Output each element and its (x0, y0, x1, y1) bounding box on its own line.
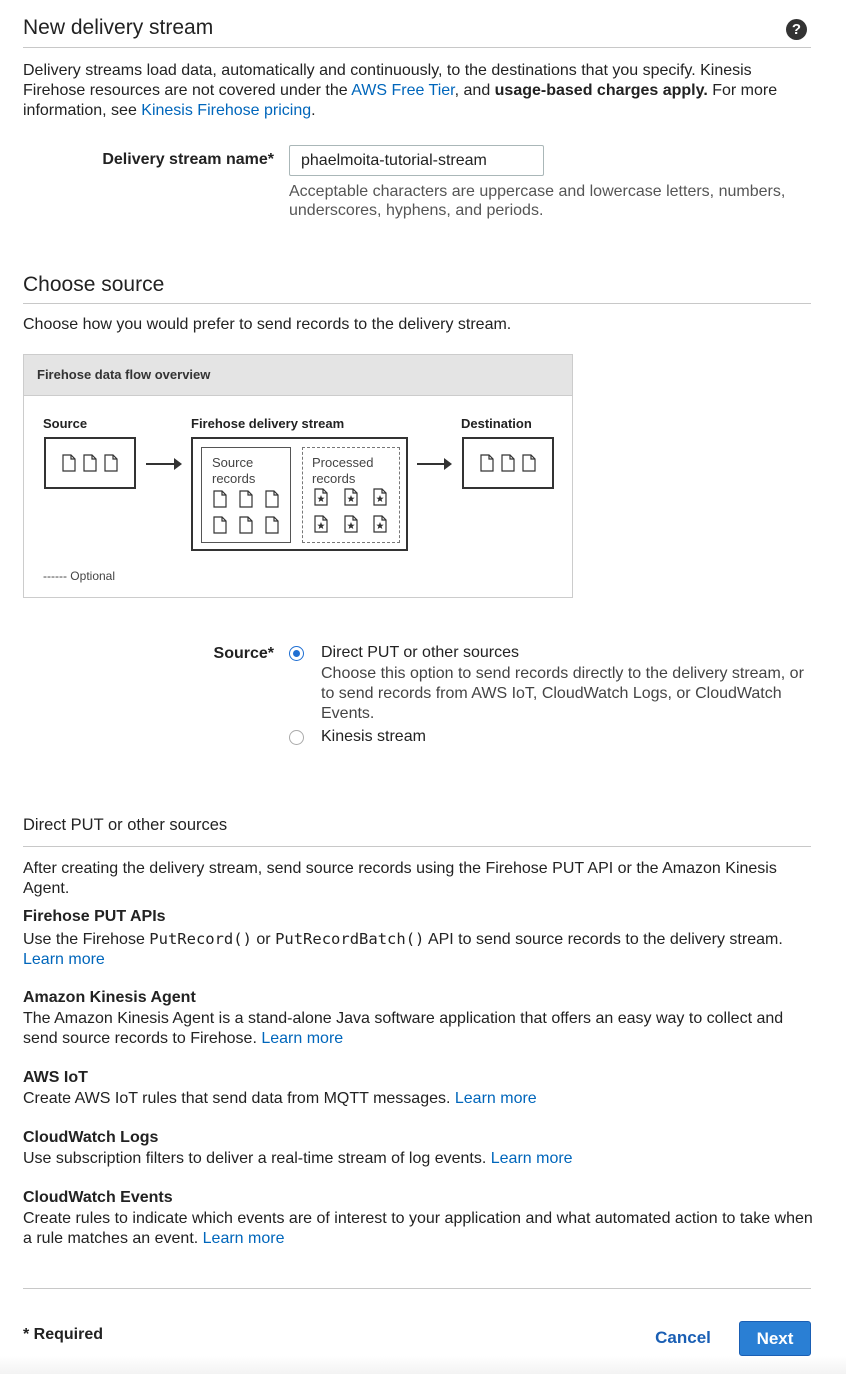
agent-learn-more-link[interactable]: Learn more (261, 1030, 343, 1047)
starred-document-icon (314, 515, 328, 533)
diagram-legend: ------ Optional (43, 569, 116, 583)
radio-direct-put-description: Choose this option to send records direc… (321, 665, 804, 722)
diagram-source-records-box: Source records (201, 447, 291, 543)
direct-put-divider (23, 846, 811, 847)
direct-put-intro: After creating the delivery stream, send… (23, 860, 777, 897)
logs-text-part: Use subscription filters to deliver a re… (23, 1150, 491, 1167)
diagram-destination-box (462, 437, 554, 489)
events-text: Create rules to indicate which events ar… (23, 1209, 813, 1249)
document-icon (62, 454, 76, 472)
iot-title: AWS IoT (23, 1069, 88, 1086)
agent-title: Amazon Kinesis Agent (23, 989, 196, 1006)
flow-arrow (146, 458, 182, 470)
free-tier-link[interactable]: AWS Free Tier (351, 82, 454, 99)
choose-source-divider (23, 303, 811, 304)
put-apis-text-part: or (251, 931, 276, 948)
put-apis-text-part: Use the Firehose (23, 931, 150, 948)
document-icon (239, 516, 253, 534)
source-records-label: Source records (212, 455, 256, 486)
document-icon (213, 516, 227, 534)
put-apis-learn-more-link[interactable]: Learn more (23, 951, 105, 968)
radio-kinesis-stream-label[interactable]: Kinesis stream (321, 728, 426, 746)
document-icon (104, 454, 118, 472)
logs-title: CloudWatch Logs (23, 1129, 159, 1146)
agent-text: The Amazon Kinesis Agent is a stand-alon… (23, 1009, 813, 1049)
diagram-source-label: Source (43, 416, 88, 431)
direct-put-title: Direct PUT or other sources (23, 816, 228, 834)
next-button[interactable]: Next (739, 1321, 811, 1356)
put-apis-text: Use the Firehose PutRecord() or PutRecor… (23, 929, 813, 970)
cancel-button[interactable]: Cancel (648, 1325, 718, 1351)
document-icon (480, 454, 494, 472)
put-apis-text-part: API to send source records to the delive… (424, 931, 783, 948)
pricing-link[interactable]: Kinesis Firehose pricing (141, 102, 311, 119)
choose-source-title: Choose source (23, 273, 165, 296)
stream-name-label: Delivery stream name* (102, 151, 274, 168)
document-icon (522, 454, 536, 472)
bottom-fade (0, 1356, 846, 1374)
choose-source-description: Choose how you would prefer to send reco… (23, 316, 512, 333)
footer-divider (23, 1288, 811, 1289)
document-icon (501, 454, 515, 472)
document-icon (239, 490, 253, 508)
put-apis-title: Firehose PUT APIs (23, 908, 166, 925)
source-label: Source* (213, 645, 274, 662)
flow-arrow (417, 458, 452, 470)
stream-name-hint: Acceptable characters are uppercase and … (289, 183, 786, 219)
iot-text-part: Create AWS IoT rules that send data from… (23, 1090, 455, 1107)
radio-direct-put-label[interactable]: Direct PUT or other sources (321, 644, 519, 662)
diagram-destination-label: Destination (461, 416, 532, 431)
agent-text-part: The Amazon Kinesis Agent is a stand-alon… (23, 1010, 784, 1047)
diagram-source-box (44, 437, 136, 489)
title-divider (23, 47, 811, 48)
put-record-batch-code: PutRecordBatch() (275, 930, 425, 948)
diagram-processed-records-box: Processed records (302, 447, 400, 543)
diagram-stream-box: Source records Processed records (191, 437, 408, 551)
required-note: * Required (23, 1326, 104, 1343)
intro-text: Delivery streams load data, automaticall… (23, 61, 813, 121)
events-learn-more-link[interactable]: Learn more (203, 1230, 285, 1247)
document-icon (265, 490, 279, 508)
page-title: New delivery stream (23, 16, 214, 39)
data-flow-diagram: Firehose data flow overview Source Fireh… (23, 354, 573, 598)
document-icon (213, 490, 227, 508)
events-title: CloudWatch Events (23, 1189, 173, 1206)
help-icon[interactable]: ? (786, 19, 807, 40)
intro-text-part: . (311, 102, 316, 119)
starred-document-icon (344, 515, 358, 533)
stream-name-input[interactable] (289, 145, 544, 176)
diagram-header: Firehose data flow overview (24, 355, 572, 396)
iot-learn-more-link[interactable]: Learn more (455, 1090, 537, 1107)
document-icon (265, 516, 279, 534)
starred-document-icon (344, 488, 358, 506)
starred-document-icon (373, 488, 387, 506)
radio-direct-put[interactable] (289, 646, 304, 661)
events-text-part: Create rules to indicate which events ar… (23, 1210, 813, 1247)
logs-text: Use subscription filters to deliver a re… (23, 1149, 813, 1169)
starred-document-icon (373, 515, 387, 533)
starred-document-icon (314, 488, 328, 506)
put-record-code: PutRecord() (149, 930, 252, 948)
processed-records-label: Processed records (312, 455, 374, 486)
document-icon (83, 454, 97, 472)
iot-text: Create AWS IoT rules that send data from… (23, 1089, 813, 1109)
usage-charges-text: usage-based charges apply. (494, 82, 708, 99)
logs-learn-more-link[interactable]: Learn more (491, 1150, 573, 1167)
radio-kinesis-stream[interactable] (289, 730, 304, 745)
intro-text-part: , and (454, 82, 495, 99)
diagram-stream-label: Firehose delivery stream (191, 416, 345, 431)
